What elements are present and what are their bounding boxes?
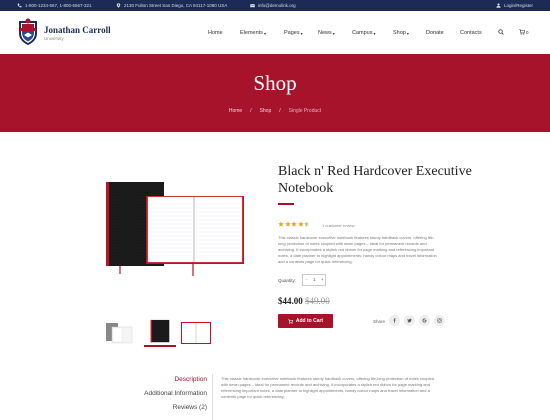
address-text: 2130 Fulton Street San Diego, CA 94117-1… <box>124 3 228 8</box>
login-link[interactable]: Login/Register <box>504 3 533 8</box>
nav-pages[interactable]: Pages ▾ <box>284 30 303 36</box>
page-hero: Shop Home / Shop / Single Product <box>0 54 550 132</box>
cart-icon <box>288 318 293 324</box>
star-icon <box>297 221 304 227</box>
product-price: $44.00 <box>278 296 303 306</box>
add-to-cart-label: Add to Cart <box>295 318 324 324</box>
nav-label: Shop <box>393 30 406 36</box>
star-icon <box>284 221 291 227</box>
chevron-down-icon: ▾ <box>373 30 376 36</box>
nav-news[interactable]: News ▾ <box>318 30 335 36</box>
quantity-decrement-button[interactable]: - <box>306 277 308 282</box>
email-link[interactable]: info@demolink.org <box>258 3 296 8</box>
nav-label: Home <box>208 30 223 36</box>
facebook-icon[interactable] <box>389 315 400 326</box>
breadcrumb-current: Single Product <box>288 108 322 114</box>
brand-subtitle: University <box>44 36 64 41</box>
google-icon[interactable] <box>419 315 430 326</box>
nav-label: Pages <box>284 30 300 36</box>
nav-contacts[interactable]: Contacts <box>460 30 482 36</box>
nav-label: Campus <box>352 30 373 36</box>
site-header: Jonathan Carroll University Home Element… <box>0 11 550 54</box>
breadcrumb-home[interactable]: Home <box>229 108 242 114</box>
address-contact: 2130 Fulton Street San Diego, CA 94117-1… <box>116 3 227 8</box>
chevron-down-icon: ▾ <box>332 30 335 36</box>
instagram-icon[interactable] <box>434 315 445 326</box>
cart-icon[interactable] <box>519 29 525 35</box>
share-label: Share <box>373 319 386 324</box>
nav-donate[interactable]: Donate <box>426 30 444 36</box>
rating-stars <box>278 221 311 227</box>
university-crest-logo[interactable] <box>17 17 39 47</box>
nav-elements[interactable]: Elements ▾ <box>240 30 266 36</box>
location-pin-icon <box>116 3 121 8</box>
top-bar: 1-800-1234-567, 1-800-6567-321 2130 Fult… <box>0 0 550 11</box>
breadcrumb-separator: / <box>250 108 252 114</box>
phone-numbers: 1-800-1234-567, 1-800-6567-321 <box>25 3 92 8</box>
chevron-down-icon: ▾ <box>406 30 409 36</box>
nav-label: News <box>318 30 332 36</box>
tabs-divider <box>212 374 213 420</box>
login-register[interactable]: Login/Register <box>496 3 533 8</box>
nav-label: Elements <box>240 30 263 36</box>
product-short-description: This classic hardcover executive noteboo… <box>278 235 437 264</box>
user-icon <box>496 3 501 8</box>
star-icon <box>291 221 297 227</box>
mail-icon <box>250 3 255 8</box>
quantity-increment-button[interactable]: + <box>321 277 324 282</box>
tab-description[interactable]: Description <box>174 376 207 383</box>
tab-additional-information[interactable]: Additional Information <box>144 390 207 397</box>
tab-reviews[interactable]: Reviews (2) <box>173 404 207 411</box>
nav-home[interactable]: Home <box>208 30 223 36</box>
product-thumbnail[interactable] <box>180 319 212 347</box>
twitter-icon[interactable] <box>404 315 415 326</box>
nav-label: Contacts <box>460 30 482 36</box>
breadcrumb-shop[interactable]: Shop <box>260 108 272 114</box>
breadcrumb: Home / Shop / Single Product <box>0 108 550 114</box>
quantity-label: Quantity: <box>278 278 297 283</box>
star-half-icon <box>304 221 310 227</box>
tab-description-content: This classic hardcover executive noteboo… <box>221 376 434 399</box>
chevron-down-icon: ▾ <box>300 30 303 36</box>
chevron-down-icon: ▾ <box>263 30 266 36</box>
product-main-image[interactable] <box>100 178 248 278</box>
nav-label: Donate <box>426 30 444 36</box>
brand-name[interactable]: Jonathan Carroll <box>44 25 111 35</box>
review-count-link[interactable]: 1 customer review <box>322 223 354 228</box>
quantity-value[interactable]: 1 <box>313 277 316 282</box>
product-old-price: $49.00 <box>305 296 330 306</box>
quantity-stepper[interactable]: - 1 + <box>302 274 326 286</box>
product-thumbnail-active[interactable] <box>144 319 176 347</box>
breadcrumb-separator: / <box>279 108 281 114</box>
star-icon <box>278 221 284 227</box>
cart-count: 0 <box>526 30 529 35</box>
email-contact[interactable]: info@demolink.org <box>250 3 296 8</box>
page-title: Shop <box>253 71 297 95</box>
search-icon[interactable] <box>498 29 504 35</box>
product-title: Black n' Red Hardcover Executive Noteboo… <box>278 164 472 196</box>
title-underline <box>278 203 294 205</box>
add-to-cart-button[interactable]: Add to Cart <box>278 314 333 328</box>
nav-shop[interactable]: Shop ▾ <box>393 30 409 36</box>
product-thumbnail[interactable] <box>104 319 136 347</box>
phone-contact: 1-800-1234-567, 1-800-6567-321 <box>17 3 92 8</box>
nav-campus[interactable]: Campus ▾ <box>352 30 376 36</box>
phone-icon <box>17 3 22 8</box>
